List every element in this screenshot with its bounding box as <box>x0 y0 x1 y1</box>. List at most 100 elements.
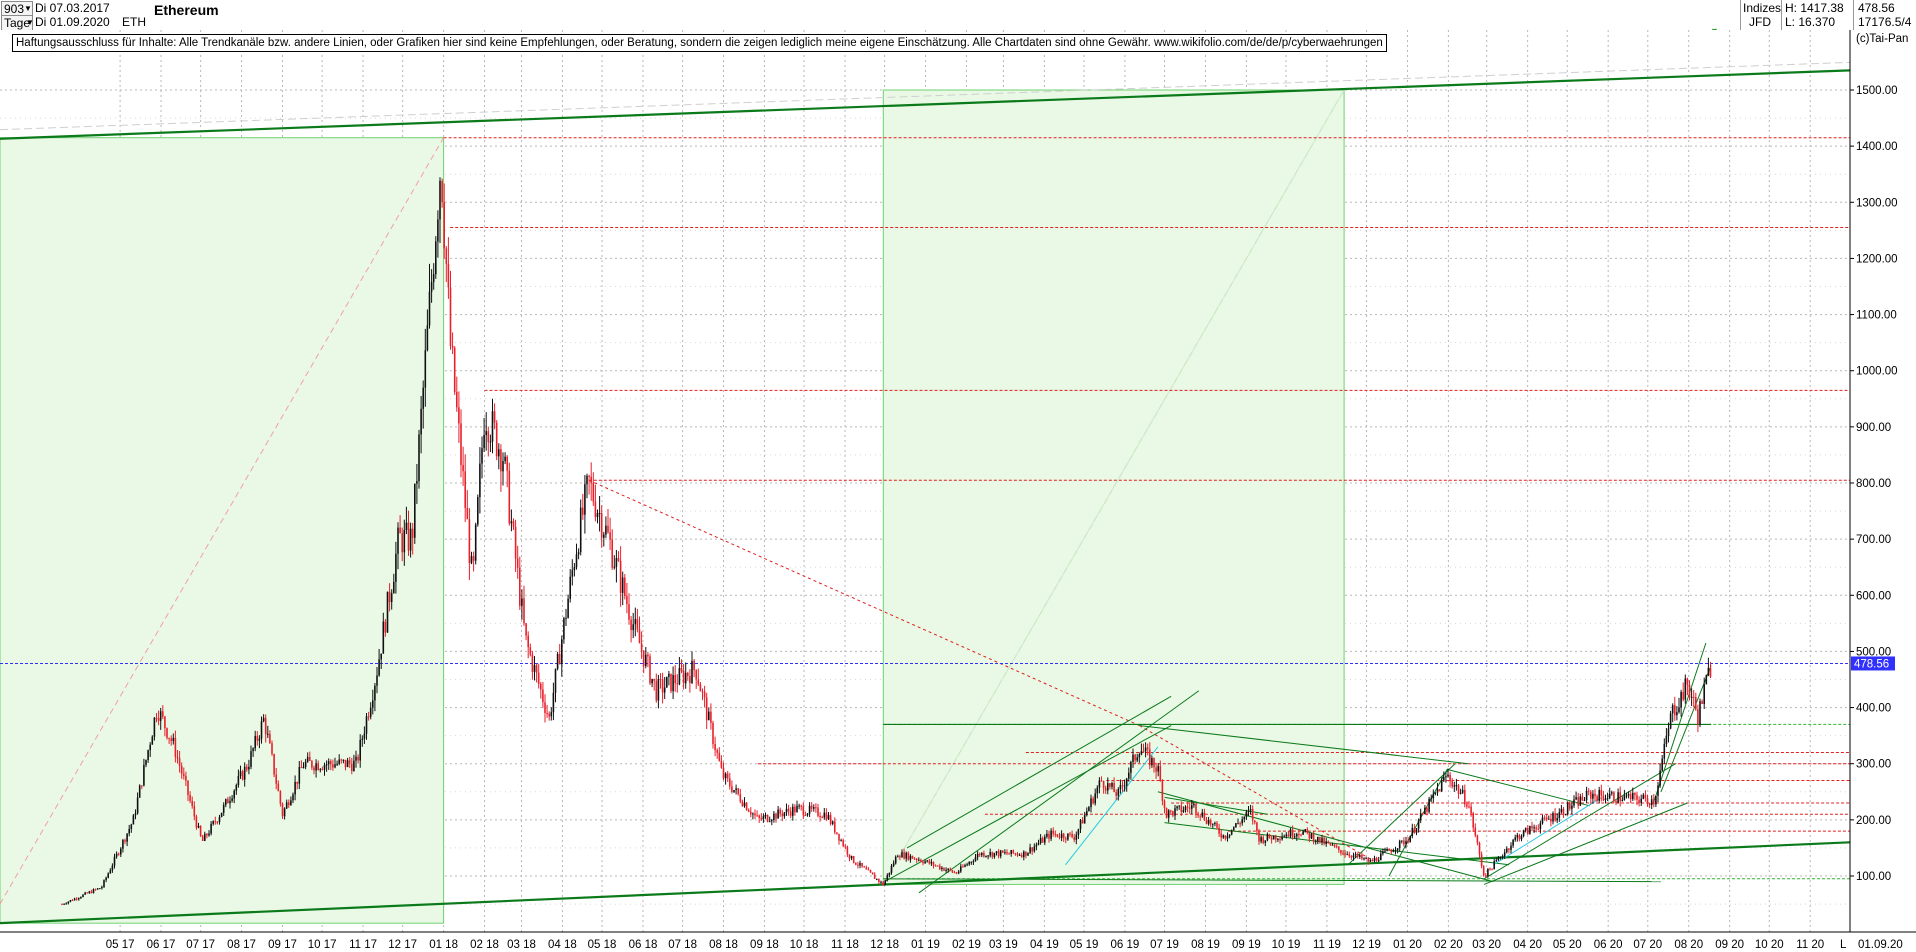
candle-body <box>361 738 364 740</box>
candle-body <box>136 797 139 814</box>
candle-body <box>735 788 737 791</box>
candle-body <box>558 653 561 665</box>
candle-body <box>302 766 305 769</box>
candle-body <box>899 856 901 858</box>
candle-body <box>1201 812 1204 817</box>
scale-letter: L <box>1840 939 1847 951</box>
candle-body <box>1010 850 1012 854</box>
candle-body <box>1016 853 1019 856</box>
candle-body <box>170 738 172 741</box>
candle-body <box>294 781 296 795</box>
candle-body <box>523 598 525 624</box>
candle-body <box>355 756 357 761</box>
candle-body <box>756 815 758 817</box>
candle-body <box>607 525 609 533</box>
candle-body <box>1138 754 1141 758</box>
x-tick-label: 09 18 <box>750 939 779 951</box>
candle-body <box>143 764 145 786</box>
candle-body <box>838 833 840 841</box>
candle-body <box>1512 839 1514 846</box>
x-tick-label: 05 18 <box>588 939 617 951</box>
candle-body <box>1359 855 1361 857</box>
candle-body <box>752 813 754 815</box>
candle-body <box>1193 803 1195 806</box>
candle-body <box>1655 795 1657 805</box>
candle-body <box>252 748 254 752</box>
candle-body <box>1100 780 1103 782</box>
candle-body <box>1300 834 1302 836</box>
candle-body <box>1104 788 1107 791</box>
candle-body <box>443 202 445 249</box>
candle-body <box>239 771 242 776</box>
candle-body <box>978 853 981 856</box>
candle-body <box>1617 792 1619 803</box>
candle-body <box>991 852 994 857</box>
candle-body <box>1430 798 1432 800</box>
candle-body <box>334 764 336 768</box>
candle-body <box>1632 792 1634 800</box>
x-tick-label: 07 17 <box>186 939 215 951</box>
candle-body <box>1524 828 1527 831</box>
x-tick-label: 11 19 <box>1313 939 1341 951</box>
candle-body <box>1697 709 1699 725</box>
candle-body <box>922 861 924 864</box>
candle-body <box>1487 868 1489 877</box>
candle-body <box>1388 849 1390 851</box>
candle-body <box>932 861 935 866</box>
candle-body <box>376 675 378 686</box>
candle-body <box>237 775 240 786</box>
y-tick-label: 400.00 <box>1856 703 1891 715</box>
candle-body <box>1132 754 1134 762</box>
candle-body <box>1052 830 1054 834</box>
candle-body <box>1403 840 1405 845</box>
candle-body <box>1006 852 1008 854</box>
x-tick-label: 08 20 <box>1674 939 1703 951</box>
candle-body <box>159 711 162 721</box>
candle-body <box>544 702 546 714</box>
candle-body <box>157 718 160 721</box>
candle-body <box>466 508 469 520</box>
candle-body <box>1035 844 1038 847</box>
candle-body <box>531 654 534 672</box>
candle-body <box>729 778 731 787</box>
candle-body <box>617 558 620 561</box>
candle-body <box>1256 822 1258 832</box>
candle-body <box>1033 846 1036 852</box>
candle-body <box>540 683 542 690</box>
candle-body <box>1600 789 1603 796</box>
candle-body <box>750 811 752 815</box>
candle-body <box>1436 789 1439 793</box>
candle-body <box>1472 813 1474 828</box>
candle-body <box>1264 840 1267 843</box>
candle-body <box>810 805 813 809</box>
candle-body <box>435 241 437 275</box>
candle-body <box>111 865 114 871</box>
candle-body <box>561 639 563 665</box>
candle-body <box>458 407 460 424</box>
candle-body <box>726 773 729 779</box>
candle-body <box>1503 852 1506 857</box>
candle-body <box>1170 810 1172 812</box>
candle-body <box>1254 820 1256 823</box>
candle-body <box>1130 761 1132 773</box>
candle-body <box>1044 836 1046 843</box>
x-tick-label: 01 18 <box>429 939 458 951</box>
candle-body <box>229 800 231 804</box>
candle-body <box>813 807 815 809</box>
candle-body <box>380 653 382 660</box>
candle-body <box>720 760 723 768</box>
candle-body <box>1119 785 1122 790</box>
candle-body <box>69 900 72 902</box>
price-chart[interactable]: 100.00200.00300.00400.00500.00600.00700.… <box>0 0 1916 952</box>
candle-body <box>403 529 406 553</box>
candle-body <box>1220 833 1222 838</box>
y-tick-label: 1100.00 <box>1856 310 1897 322</box>
candle-body <box>596 513 599 518</box>
candle-body <box>1705 675 1708 685</box>
candle-body <box>1363 858 1365 860</box>
candle-body <box>1485 875 1487 877</box>
candle-body <box>432 274 435 283</box>
candle-body <box>989 852 991 856</box>
candle-body <box>214 821 217 823</box>
candle-body <box>453 347 456 392</box>
